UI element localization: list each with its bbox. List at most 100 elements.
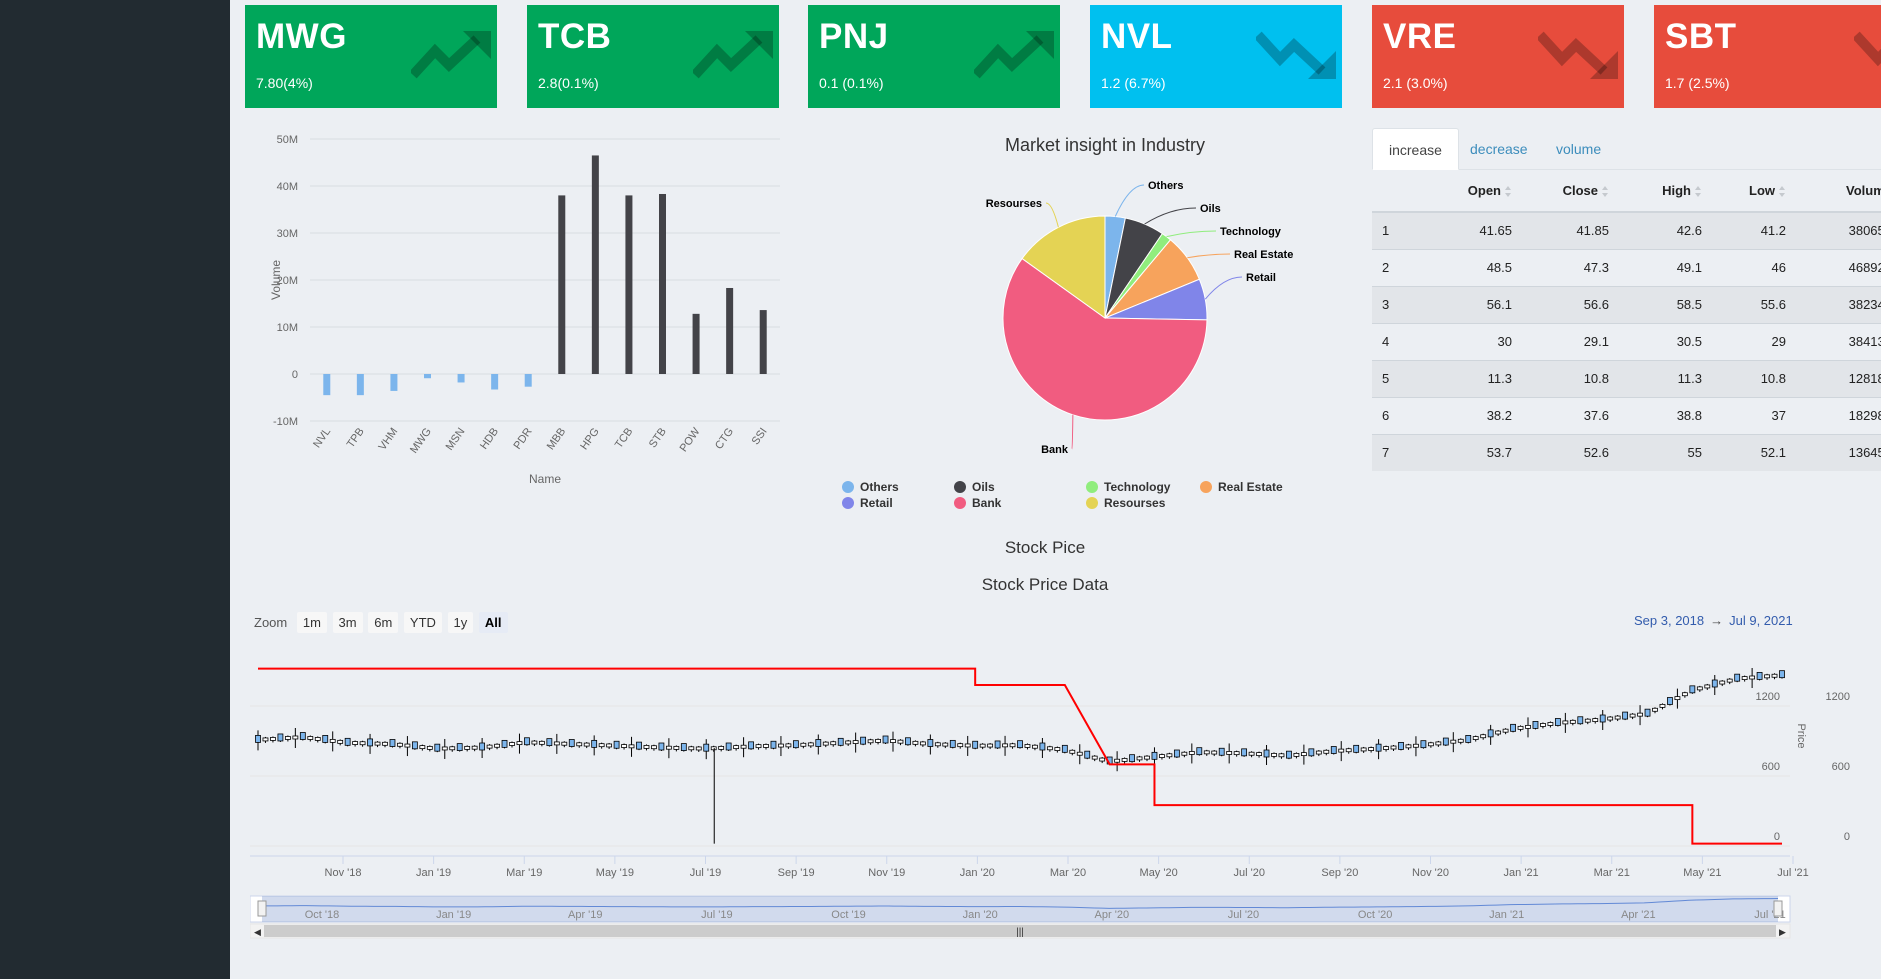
candle-body bbox=[807, 742, 814, 747]
candle-body bbox=[1614, 715, 1621, 720]
tab-volume[interactable]: volume bbox=[1540, 128, 1617, 170]
ticker-card-tcb[interactable]: TCB 2.8(0.1%) bbox=[527, 5, 779, 108]
candle-body bbox=[1599, 714, 1606, 723]
pie-data-label: Technology bbox=[1220, 226, 1282, 238]
zoom-1m-button[interactable]: 1m bbox=[296, 612, 327, 633]
range-to-input[interactable]: Jul 9, 2021 bbox=[1729, 613, 1793, 628]
navigator-handle[interactable] bbox=[1773, 900, 1783, 917]
pie-data-label: Retail bbox=[1246, 272, 1276, 284]
candle-body bbox=[972, 740, 979, 749]
x-tick-label: Mar '20 bbox=[1050, 867, 1086, 879]
candle-body bbox=[561, 741, 568, 746]
pie-connector bbox=[1045, 202, 1059, 228]
candle-body bbox=[1039, 742, 1046, 751]
candle-body bbox=[1054, 747, 1061, 751]
candle-body bbox=[1368, 747, 1375, 751]
candle-body bbox=[1734, 673, 1741, 682]
candle-body bbox=[1293, 752, 1300, 757]
zoom-ytd-button[interactable]: YTD bbox=[403, 612, 442, 633]
x-tick-label: TCB bbox=[613, 426, 635, 451]
candle-body bbox=[426, 745, 433, 750]
column-header-volume[interactable]: Volume bbox=[1786, 170, 1881, 213]
candle-body bbox=[329, 738, 336, 743]
table-cell-volume: 128187 bbox=[1786, 359, 1881, 397]
table-row[interactable]: 753.752.65552.1136454 bbox=[1372, 433, 1881, 471]
column-header-open[interactable]: Open bbox=[1422, 170, 1512, 213]
candle-body bbox=[344, 737, 351, 746]
candle-body bbox=[583, 742, 590, 747]
candle-body bbox=[464, 745, 471, 750]
candle-body bbox=[449, 746, 456, 751]
ticker-card-sbt[interactable]: SBT 1.7 (2.5%) bbox=[1654, 5, 1881, 108]
range-from-input[interactable]: Sep 3, 2018 bbox=[1634, 613, 1704, 628]
candle-body bbox=[1726, 678, 1733, 683]
x-tick-label: SSI bbox=[750, 426, 770, 447]
table-row[interactable]: 638.237.638.837182981 bbox=[1372, 396, 1881, 434]
candle-body bbox=[770, 740, 777, 749]
candle-body bbox=[852, 740, 859, 744]
x-tick-label: NVL bbox=[311, 426, 333, 450]
y-tick-label-right: 0 bbox=[1844, 831, 1850, 843]
tab-decrease[interactable]: decrease bbox=[1454, 128, 1544, 170]
table-row[interactable]: 248.547.349.146468926 bbox=[1372, 248, 1881, 286]
y-tick-label-right: 600 bbox=[1832, 761, 1850, 773]
tab-increase[interactable]: increase bbox=[1372, 128, 1459, 170]
trend-up-icon bbox=[974, 31, 1054, 79]
x-tick-label: Jul '20 bbox=[1234, 867, 1265, 879]
table-cell-low: 29 bbox=[1702, 322, 1786, 360]
candle-body bbox=[1569, 719, 1576, 724]
candle-body bbox=[262, 737, 269, 742]
candle-body bbox=[942, 742, 949, 747]
table-row[interactable]: 43029.130.529384138 bbox=[1372, 322, 1881, 360]
candle-body bbox=[1353, 744, 1360, 753]
candle-body bbox=[1069, 749, 1076, 754]
stock-table: Open Close High Low Volume 141.6541.8542… bbox=[1372, 170, 1881, 471]
candle-body bbox=[1756, 672, 1763, 680]
candle-body bbox=[509, 742, 515, 746]
candle-body bbox=[1233, 751, 1240, 756]
ticker-card-nvl[interactable]: NVL 1.2 (6.7%) bbox=[1090, 5, 1342, 108]
candle-body bbox=[553, 741, 560, 746]
x-tick-label: Nov '20 bbox=[1412, 867, 1449, 879]
candle-body bbox=[524, 737, 530, 746]
x-tick-label: Jan '20 bbox=[960, 867, 995, 879]
y-axis-title: Price bbox=[1795, 723, 1807, 748]
ticker-card-pnj[interactable]: PNJ 0.1 (0.1%) bbox=[808, 5, 1060, 108]
table-row[interactable]: 511.310.811.310.8128187 bbox=[1372, 359, 1881, 397]
ticker-symbol: VRE bbox=[1383, 17, 1457, 56]
stock-price-chart: 0 0 600 600 1200 1200 Price Nov '18 Jan '19 Mar '… bbox=[250, 667, 1850, 939]
candle-body bbox=[987, 743, 994, 748]
zoom-3m-button[interactable]: 3m bbox=[332, 612, 363, 633]
candle-body bbox=[1525, 724, 1531, 729]
candle-body bbox=[800, 742, 807, 747]
x-tick-label: HPG bbox=[578, 426, 602, 452]
ticker-change: 2.8(0.1%) bbox=[538, 75, 599, 91]
bar-ctg bbox=[726, 287, 734, 374]
table-row[interactable]: 356.156.658.555.6382343 bbox=[1372, 285, 1881, 323]
zoom-6m-button[interactable]: 6m bbox=[368, 612, 399, 633]
candle-body bbox=[1002, 743, 1008, 748]
candle-body bbox=[1181, 751, 1188, 756]
candle-body bbox=[1114, 758, 1121, 763]
candle-body bbox=[1375, 743, 1382, 752]
candle-body bbox=[1779, 670, 1785, 679]
candle-body bbox=[964, 743, 971, 748]
candle-body bbox=[1450, 739, 1457, 744]
column-header-close[interactable]: Close bbox=[1512, 170, 1609, 213]
table-row[interactable]: 141.6541.8542.641.2380653 bbox=[1372, 211, 1881, 249]
candle-body bbox=[994, 740, 1001, 749]
y-tick-label: -10M bbox=[273, 416, 298, 428]
column-header-low[interactable]: Low bbox=[1702, 170, 1786, 213]
ticker-card-mwg[interactable]: MWG 7.80(4%) bbox=[245, 5, 497, 108]
header-label: Low bbox=[1749, 183, 1775, 198]
zoom-1y-button[interactable]: 1y bbox=[447, 612, 474, 633]
ticker-card-vre[interactable]: VRE 2.1 (3.0%) bbox=[1372, 5, 1624, 108]
zoom-all-button[interactable]: All bbox=[478, 612, 508, 633]
navigator-handle[interactable] bbox=[257, 900, 267, 917]
x-tick-label: HDB bbox=[478, 426, 501, 452]
candle-body bbox=[1749, 675, 1756, 680]
candle-body bbox=[703, 743, 710, 752]
candle-body bbox=[337, 739, 344, 744]
candle-body bbox=[1151, 751, 1158, 760]
column-header-high[interactable]: High bbox=[1609, 170, 1702, 213]
